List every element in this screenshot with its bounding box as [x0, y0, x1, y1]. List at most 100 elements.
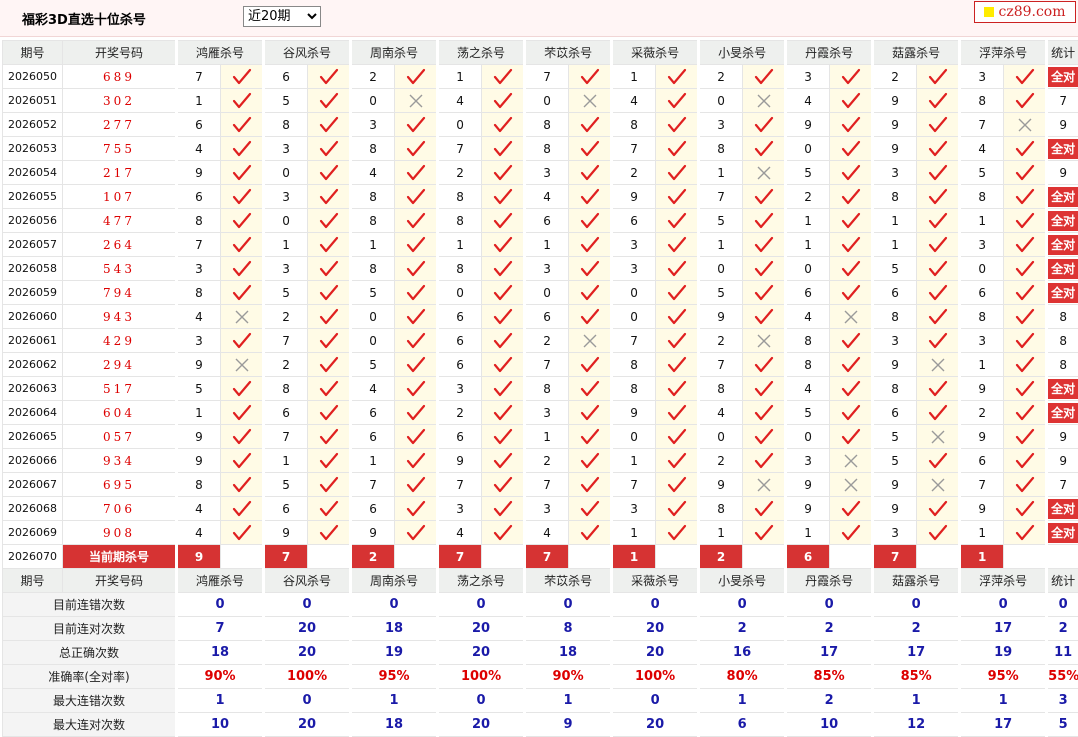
cross-icon: [234, 357, 250, 373]
check-icon: [1015, 356, 1035, 374]
bottom-col-expert: 菇露杀号: [873, 569, 960, 593]
check-icon: [406, 188, 426, 206]
kill-number-cell: 4: [177, 305, 221, 329]
check-icon: [1015, 452, 1035, 470]
check-icon: [1015, 284, 1035, 302]
site-logo[interactable]: cz89.com: [974, 1, 1076, 23]
check-icon: [928, 116, 948, 134]
check-icon: [841, 332, 861, 350]
summary-value: 1: [960, 689, 1047, 713]
kill-number-cell: 1: [525, 233, 569, 257]
kill-number-cell: 5: [177, 377, 221, 401]
stat-cell: 全对: [1047, 65, 1078, 89]
bottom-col-stat: 统计: [1047, 569, 1078, 593]
check-icon: [493, 140, 513, 158]
check-icon: [1015, 236, 1035, 254]
hit-mark-cell: [482, 497, 525, 521]
hit-mark-cell: [743, 329, 786, 353]
summary-label: 最大连对次数: [3, 713, 177, 737]
hit-mark-cell: [221, 497, 264, 521]
stat-cell: 全对: [1047, 209, 1078, 233]
kill-number-cell: 1: [699, 521, 743, 545]
kill-number-cell: 7: [525, 473, 569, 497]
kill-number-cell: 8: [351, 257, 395, 281]
summary-label: 目前连对次数: [3, 617, 177, 641]
kill-number-cell: 9: [873, 497, 917, 521]
check-icon: [580, 68, 600, 86]
hit-mark-cell: [569, 257, 612, 281]
hit-mark-cell: [917, 89, 960, 113]
hit-mark-cell: [743, 281, 786, 305]
kill-number-cell: 9: [264, 521, 308, 545]
kill-number-cell: 6: [264, 497, 308, 521]
draw-number-cell: 107: [63, 185, 177, 209]
hit-mark-cell: [308, 401, 351, 425]
check-icon: [493, 260, 513, 278]
kill-number-cell: 3: [438, 377, 482, 401]
summary-value: 2: [786, 617, 873, 641]
table-row: 20260687064663338999全对: [3, 497, 1078, 521]
check-icon: [928, 404, 948, 422]
hit-mark-cell: [656, 497, 699, 521]
kill-number-cell: 6: [264, 401, 308, 425]
hit-mark-cell: [569, 89, 612, 113]
bottom-col-expert: 芣苡杀号: [525, 569, 612, 593]
check-icon: [319, 332, 339, 350]
hit-mark-cell: [656, 377, 699, 401]
kill-number-cell: 9: [786, 497, 830, 521]
kill-number-cell: 2: [525, 329, 569, 353]
hit-mark-cell: [395, 161, 438, 185]
kill-number-cell: 5: [873, 425, 917, 449]
current-kill-label: 当前期杀号: [63, 545, 177, 569]
hit-mark-cell: [743, 497, 786, 521]
check-icon: [667, 500, 687, 518]
check-icon: [841, 428, 861, 446]
kill-number-cell: 8: [960, 305, 1004, 329]
hit-mark-cell: [482, 329, 525, 353]
hit-mark-cell: [917, 497, 960, 521]
check-icon: [406, 404, 426, 422]
hit-mark-cell: [482, 161, 525, 185]
current-kill-blank: [1004, 545, 1047, 569]
table-row: 20260699084994411131全对: [3, 521, 1078, 545]
hit-mark-cell: [482, 353, 525, 377]
summary-value: 0: [438, 593, 525, 617]
check-icon: [319, 452, 339, 470]
kill-number-cell: 9: [699, 473, 743, 497]
check-icon: [232, 188, 252, 206]
summary-value: 8: [525, 617, 612, 641]
kill-number-cell: 5: [786, 401, 830, 425]
summary-row: 最大连错次数10101012113: [3, 689, 1078, 713]
hit-mark-cell: [830, 377, 873, 401]
table-row: 20260585433388330050全对: [3, 257, 1078, 281]
bottom-col-period: 期号: [3, 569, 63, 593]
check-icon: [580, 428, 600, 446]
kill-number-cell: 1: [873, 209, 917, 233]
kill-number-cell: 7: [699, 185, 743, 209]
check-icon: [1015, 68, 1035, 86]
hit-mark-cell: [830, 353, 873, 377]
all-correct-badge: 全对: [1048, 379, 1078, 399]
check-icon: [232, 92, 252, 110]
hit-mark-cell: [221, 65, 264, 89]
hit-mark-cell: [395, 401, 438, 425]
period-cell: 2026058: [3, 257, 63, 281]
kill-number-cell: 8: [351, 209, 395, 233]
period-range-select[interactable]: 近20期: [243, 6, 321, 27]
kill-number-cell: 0: [351, 89, 395, 113]
kill-number-cell: 1: [786, 209, 830, 233]
check-icon: [319, 260, 339, 278]
hit-mark-cell: [569, 425, 612, 449]
draw-number-cell: 934: [63, 449, 177, 473]
check-icon: [406, 476, 426, 494]
check-icon: [406, 356, 426, 374]
kill-number-cell: 7: [438, 473, 482, 497]
kill-number-cell: 6: [960, 449, 1004, 473]
summary-value: 80%: [699, 665, 786, 689]
check-icon: [928, 164, 948, 182]
hit-mark-cell: [743, 377, 786, 401]
stat-cell: 全对: [1047, 497, 1078, 521]
current-kill-blank: [308, 545, 351, 569]
kill-number-cell: 0: [786, 425, 830, 449]
kill-number-cell: 1: [264, 449, 308, 473]
